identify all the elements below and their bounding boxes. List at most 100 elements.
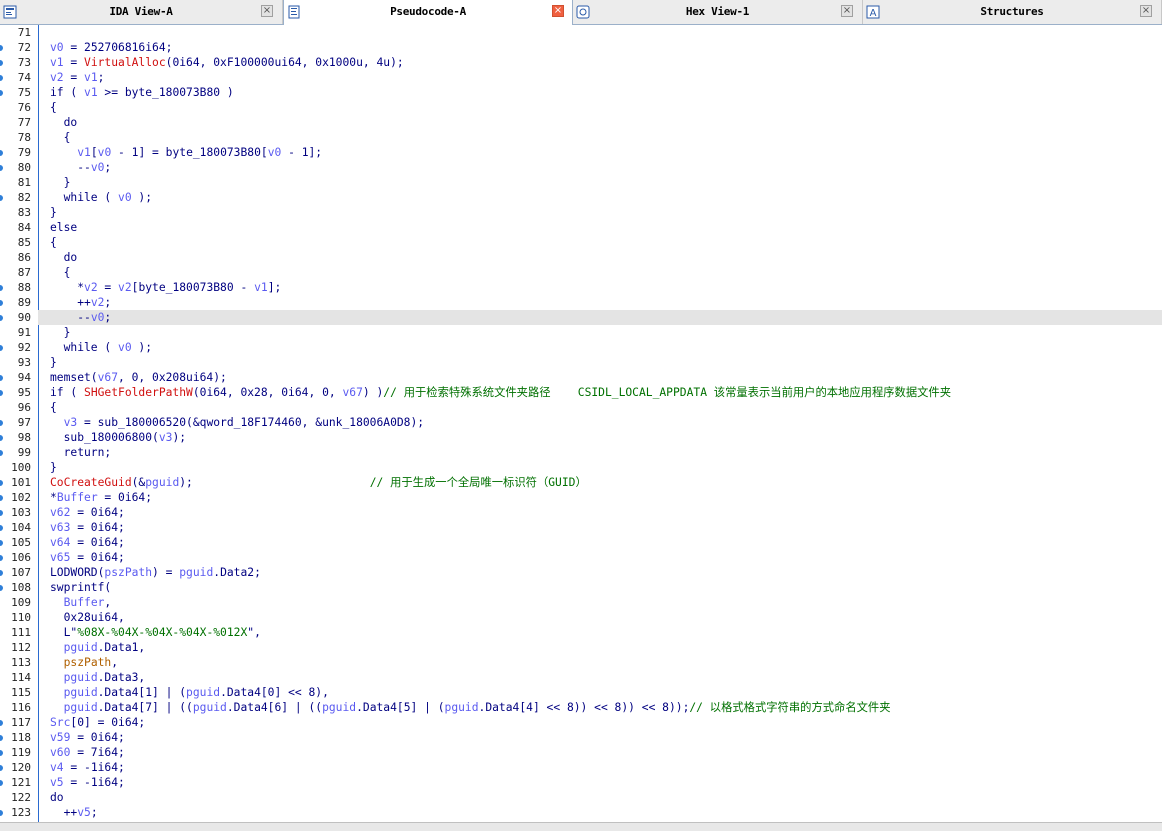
variable-token[interactable]: v1: [77, 146, 91, 159]
code-line[interactable]: pguid.Data3,: [38, 670, 1162, 685]
tab-hex-view-1[interactable]: Hex View-1 ×: [573, 0, 863, 24]
code-line[interactable]: {: [38, 235, 1162, 250]
global-token[interactable]: pszPath: [64, 656, 112, 669]
code-line[interactable]: v60 = 7i64;: [38, 745, 1162, 760]
variable-token[interactable]: v62: [50, 506, 70, 519]
variable-token[interactable]: v67: [98, 371, 118, 384]
variable-token[interactable]: v1: [254, 281, 268, 294]
variable-token[interactable]: pguid: [64, 701, 98, 714]
code-line[interactable]: v3 = sub_180006520(&qword_18F174460, &un…: [38, 415, 1162, 430]
pseudocode-editor[interactable]: v0 = 252706816i64; v1 = VirtualAlloc(0i64…: [38, 25, 1162, 822]
variable-token[interactable]: pguid: [145, 476, 179, 489]
code-line[interactable]: return;: [38, 445, 1162, 460]
variable-token[interactable]: v0: [118, 191, 132, 204]
variable-token[interactable]: v0: [268, 146, 282, 159]
code-line[interactable]: while ( v0 );: [38, 190, 1162, 205]
tab-structures[interactable]: A Structures ×: [863, 0, 1162, 24]
code-line[interactable]: v59 = 0i64;: [38, 730, 1162, 745]
code-line[interactable]: v65 = 0i64;: [38, 550, 1162, 565]
tab-ida-view-a[interactable]: IDA View-A ×: [0, 0, 283, 24]
variable-token[interactable]: v0: [91, 161, 105, 174]
variable-token[interactable]: pguid: [64, 641, 98, 654]
code-line[interactable]: pguid.Data1,: [38, 640, 1162, 655]
variable-token[interactable]: Buffer: [57, 491, 98, 504]
variable-token[interactable]: pguid: [64, 686, 98, 699]
variable-token[interactable]: pguid: [322, 701, 356, 714]
code-line[interactable]: [38, 25, 1162, 40]
code-line[interactable]: do: [38, 250, 1162, 265]
code-line[interactable]: {: [38, 130, 1162, 145]
variable-token[interactable]: v2: [84, 281, 98, 294]
variable-token[interactable]: v2: [118, 281, 132, 294]
variable-token[interactable]: v3: [159, 431, 173, 444]
variable-token[interactable]: pguid: [193, 701, 227, 714]
variable-token[interactable]: v1: [84, 71, 98, 84]
code-line[interactable]: }: [38, 175, 1162, 190]
variable-token[interactable]: pguid: [64, 671, 98, 684]
variable-token[interactable]: v0: [98, 146, 112, 159]
function-token[interactable]: SHGetFolderPathW: [84, 386, 193, 399]
variable-token[interactable]: v1: [50, 56, 64, 69]
variable-token[interactable]: v5: [77, 806, 91, 819]
code-line[interactable]: do: [38, 790, 1162, 805]
code-line[interactable]: while ( v0 );: [38, 340, 1162, 355]
code-line[interactable]: v63 = 0i64;: [38, 520, 1162, 535]
code-line[interactable]: }: [38, 460, 1162, 475]
code-line[interactable]: 0x28ui64,: [38, 610, 1162, 625]
code-line[interactable]: do: [38, 115, 1162, 130]
code-line[interactable]: {: [38, 400, 1162, 415]
code-line[interactable]: v0 = 252706816i64;: [38, 40, 1162, 55]
code-line[interactable]: memset(v67, 0, 0x208ui64);: [38, 370, 1162, 385]
variable-token[interactable]: v0: [50, 41, 64, 54]
code-line[interactable]: else: [38, 220, 1162, 235]
code-line[interactable]: v2 = v1;: [38, 70, 1162, 85]
code-line[interactable]: CoCreateGuid(&pguid); // 用于生成一个全局唯一标识符（G…: [38, 475, 1162, 490]
variable-token[interactable]: v4: [50, 761, 64, 774]
variable-token[interactable]: Buffer: [64, 596, 105, 609]
variable-token[interactable]: v0: [118, 341, 132, 354]
code-line[interactable]: }: [38, 355, 1162, 370]
code-line[interactable]: if ( v1 >= byte_180073B80 ): [38, 85, 1162, 100]
variable-token[interactable]: v0: [91, 311, 105, 324]
variable-token[interactable]: pszPath: [104, 566, 152, 579]
code-line[interactable]: v1 = VirtualAlloc(0i64, 0xF100000ui64, 0…: [38, 55, 1162, 70]
variable-token[interactable]: v64: [50, 536, 70, 549]
variable-token[interactable]: v60: [50, 746, 70, 759]
code-line[interactable]: v1[v0 - 1] = byte_180073B80[v0 - 1];: [38, 145, 1162, 160]
code-line[interactable]: ++v5;: [38, 805, 1162, 820]
tab-pseudocode-a[interactable]: Pseudocode-A ×: [283, 0, 573, 25]
variable-token[interactable]: v65: [50, 551, 70, 564]
function-token[interactable]: VirtualAlloc: [84, 56, 166, 69]
code-line[interactable]: }: [38, 325, 1162, 340]
variable-token[interactable]: v67: [342, 386, 362, 399]
variable-token[interactable]: Src: [50, 716, 70, 729]
variable-token[interactable]: v63: [50, 521, 70, 534]
code-line[interactable]: {: [38, 100, 1162, 115]
function-token[interactable]: CoCreateGuid: [50, 476, 132, 489]
code-line[interactable]: if ( SHGetFolderPathW(0i64, 0x28, 0i64, …: [38, 385, 1162, 400]
code-line[interactable]: pguid.Data4[1] | (pguid.Data4[0] << 8),: [38, 685, 1162, 700]
code-line[interactable]: --v0;: [38, 160, 1162, 175]
code-line[interactable]: *Buffer = 0i64;: [38, 490, 1162, 505]
code-line[interactable]: Src[0] = 0i64;: [38, 715, 1162, 730]
variable-token[interactable]: v1: [84, 86, 98, 99]
code-line[interactable]: v62 = 0i64;: [38, 505, 1162, 520]
code-line[interactable]: v64 = 0i64;: [38, 535, 1162, 550]
code-line[interactable]: LODWORD(pszPath) = pguid.Data2;: [38, 565, 1162, 580]
code-line[interactable]: pguid.Data4[7] | ((pguid.Data4[6] | ((pg…: [38, 700, 1162, 715]
code-line[interactable]: --v0;: [38, 310, 1162, 325]
code-line[interactable]: }: [38, 205, 1162, 220]
variable-token[interactable]: v2: [91, 296, 105, 309]
close-icon[interactable]: ×: [841, 5, 853, 17]
close-icon[interactable]: ×: [1140, 5, 1152, 17]
variable-token[interactable]: v3: [64, 416, 78, 429]
variable-token[interactable]: v59: [50, 731, 70, 744]
code-line[interactable]: Buffer,: [38, 595, 1162, 610]
code-line[interactable]: L"%08X-%04X-%04X-%04X-%012X",: [38, 625, 1162, 640]
variable-token[interactable]: pguid: [179, 566, 213, 579]
code-line[interactable]: v5 = -1i64;: [38, 775, 1162, 790]
code-line[interactable]: v4 = -1i64;: [38, 760, 1162, 775]
code-line[interactable]: ++v2;: [38, 295, 1162, 310]
code-line[interactable]: *v2 = v2[byte_180073B80 - v1];: [38, 280, 1162, 295]
code-line[interactable]: sub_180006800(v3);: [38, 430, 1162, 445]
